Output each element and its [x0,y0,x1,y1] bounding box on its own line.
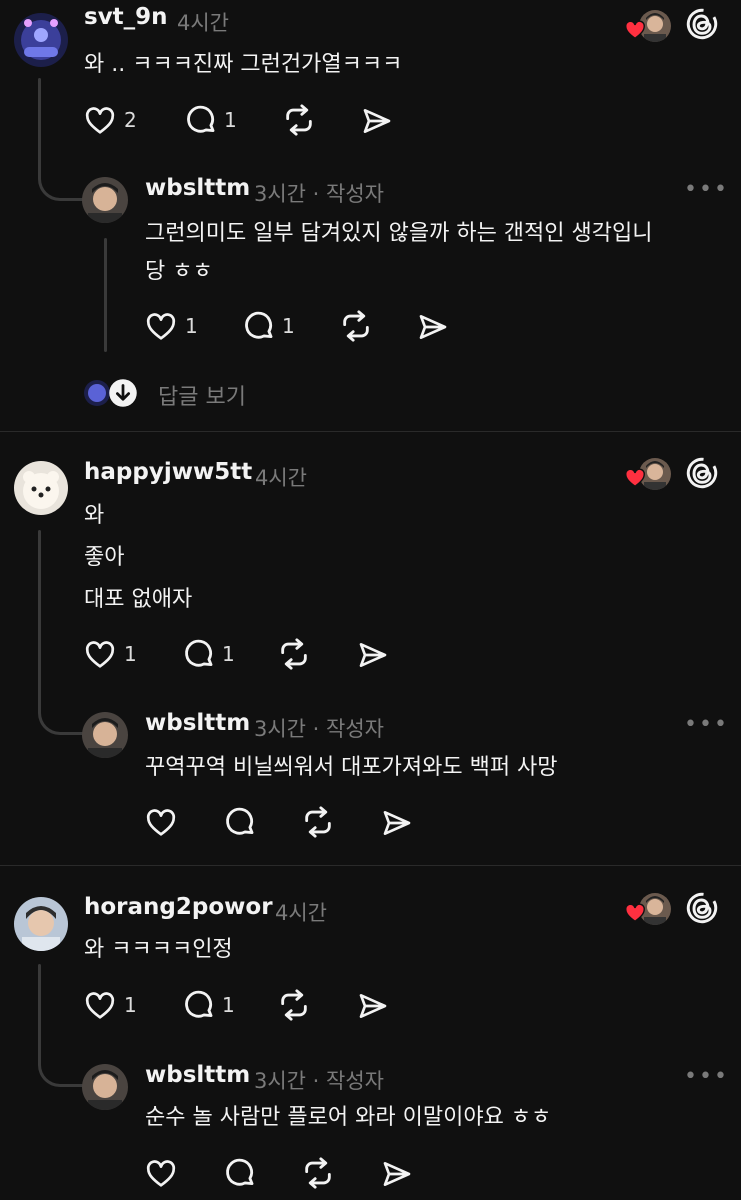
timestamp: 3시간 · 작성자 [254,182,384,206]
like-count: 1 [185,314,198,338]
username[interactable]: happyjww5tt [84,459,252,485]
comment-icon[interactable] [182,637,216,671]
heart-icon[interactable] [145,311,177,343]
comment-icon[interactable] [242,309,276,343]
threads-logo-icon[interactable] [686,8,718,40]
liked-by-author-heart-icon [624,902,646,924]
threads-logo-icon[interactable] [686,457,718,489]
arrow-down-icon [108,378,138,408]
username[interactable]: svt_9n [84,4,168,30]
avatar[interactable] [14,897,68,951]
heart-icon[interactable] [84,639,116,671]
thread-connector-curve [38,160,85,201]
comment-text-line-1: 와 [84,503,105,528]
thread-connector [38,78,41,162]
share-icon[interactable] [381,1158,413,1190]
comment-icon[interactable] [223,1156,257,1190]
repost-icon[interactable] [282,103,316,137]
heart-icon[interactable] [145,1158,177,1190]
username[interactable]: wbslttm [145,710,250,736]
reply-count: 1 [222,642,235,666]
username[interactable]: wbslttm [145,175,250,201]
repost-icon[interactable] [301,1156,335,1190]
comment-text-line-2: 좋아 [84,545,125,570]
liked-by-author-heart-icon [624,467,646,489]
reply-text: 꾸역꾸역 비닐씌워서 대포가져와도 백퍼 사망 [145,755,558,780]
reply-thread-connector [104,238,107,352]
repost-icon[interactable] [339,309,373,343]
repost-icon[interactable] [277,637,311,671]
share-icon[interactable] [381,807,413,839]
like-count: 1 [124,642,137,666]
repost-icon[interactable] [301,805,335,839]
thread-connector [38,530,41,696]
reply-count: 1 [282,314,295,338]
like-count: 1 [124,993,137,1017]
comment-text: 와 ㅋㅋㅋㅋ인정 [84,937,233,962]
timestamp: 4시간 [177,11,230,35]
comment-text-line-3: 대포 없애자 [84,587,193,612]
timestamp: 4시간 [255,466,308,490]
view-replies-label: 답글 보기 [158,385,246,410]
thread-connector [38,964,41,1048]
avatar[interactable] [82,177,128,223]
thread-connector-curve [38,694,85,735]
share-icon[interactable] [357,639,389,671]
username[interactable]: wbslttm [145,1062,250,1088]
reply-text-line-2: 당 ㅎㅎ [145,259,213,284]
threads-logo-icon[interactable] [686,892,718,924]
share-icon[interactable] [357,990,389,1022]
share-icon[interactable] [417,311,449,343]
comment-icon[interactable] [182,988,216,1022]
heart-icon[interactable] [84,990,116,1022]
heart-icon[interactable] [145,807,177,839]
more-icon[interactable]: ••• [684,1064,729,1089]
thread-connector-curve [38,1046,85,1087]
reply-preview-avatar [84,380,110,406]
liked-by-author-heart-icon [624,19,646,41]
avatar[interactable] [82,1064,128,1110]
avatar[interactable] [82,712,128,758]
timestamp: 3시간 · 작성자 [254,717,384,741]
like-count: 2 [124,108,137,132]
divider [0,865,741,866]
username[interactable]: horang2powor [84,894,273,920]
avatar[interactable] [14,13,68,67]
share-icon[interactable] [361,105,393,137]
repost-icon[interactable] [277,988,311,1022]
comment-icon[interactable] [223,805,257,839]
comment-text: 와 .. ㅋㅋㅋ진짜 그런건가열ㅋㅋㅋ [84,52,403,77]
reply-text: 순수 놀 사람만 플로어 와라 이말이야요 ㅎㅎ [145,1105,552,1130]
reply-text-line-1: 그런의미도 일부 담겨있지 않을까 하는 갠적인 생각입니 [145,221,653,246]
avatar[interactable] [14,461,68,515]
reply-count: 1 [224,108,237,132]
timestamp: 3시간 · 작성자 [254,1069,384,1093]
reply-count: 1 [222,993,235,1017]
more-icon[interactable]: ••• [684,712,729,737]
heart-icon[interactable] [84,105,116,137]
comment-icon[interactable] [184,103,218,137]
divider [0,431,741,432]
more-icon[interactable]: ••• [684,177,729,202]
timestamp: 4시간 [275,901,328,925]
